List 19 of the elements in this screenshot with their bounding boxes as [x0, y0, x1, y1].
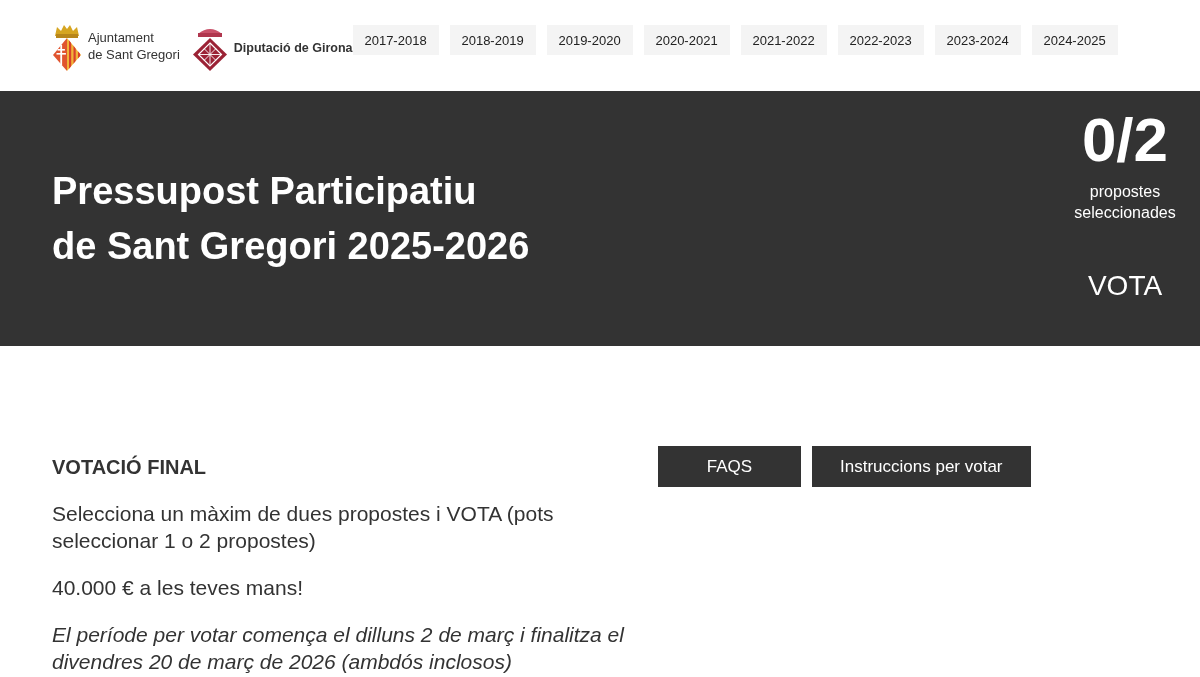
year-link[interactable]: 2020-2021 — [643, 25, 730, 55]
year-link[interactable]: 2021-2022 — [740, 25, 827, 55]
page-title: Pressupost Participatiu de Sant Gregori 2025-2026 — [52, 168, 530, 269]
year-link[interactable]: 2018-2019 — [449, 25, 536, 55]
info-button[interactable]: FAQS — [658, 446, 801, 487]
year-link[interactable]: 2019-2020 — [546, 25, 633, 55]
section-heading: VOTACIÓ FINAL — [52, 454, 208, 480]
body-text: 40.000 € a les teves mans! — [52, 575, 304, 601]
selection-count: 0/2 — [1081, 109, 1169, 171]
info-button[interactable]: Instruccions per votar — [812, 446, 1031, 487]
body-text: Selecciona un màxim de dues propostes i VOTA (pots seleccionar 1 o 2 propostes) — [52, 501, 555, 554]
count-label: propostes seleccionades — [1073, 182, 1177, 223]
year-link[interactable]: 2022-2023 — [837, 25, 924, 55]
logo-text: Ajuntament de Sant Gregori — [88, 28, 180, 63]
year-link[interactable]: 2023-2024 — [934, 25, 1021, 55]
year-link[interactable]: 2024-2025 — [1031, 25, 1118, 55]
body-text: El període per votar comença el dilluns 2 de març i finalitza el divendres 20 de març de 2026 (ambdós inclosos) — [52, 622, 626, 675]
logo-text: Diputació de Girona — [233, 40, 353, 57]
year-link[interactable]: 2017-2018 — [352, 25, 439, 55]
